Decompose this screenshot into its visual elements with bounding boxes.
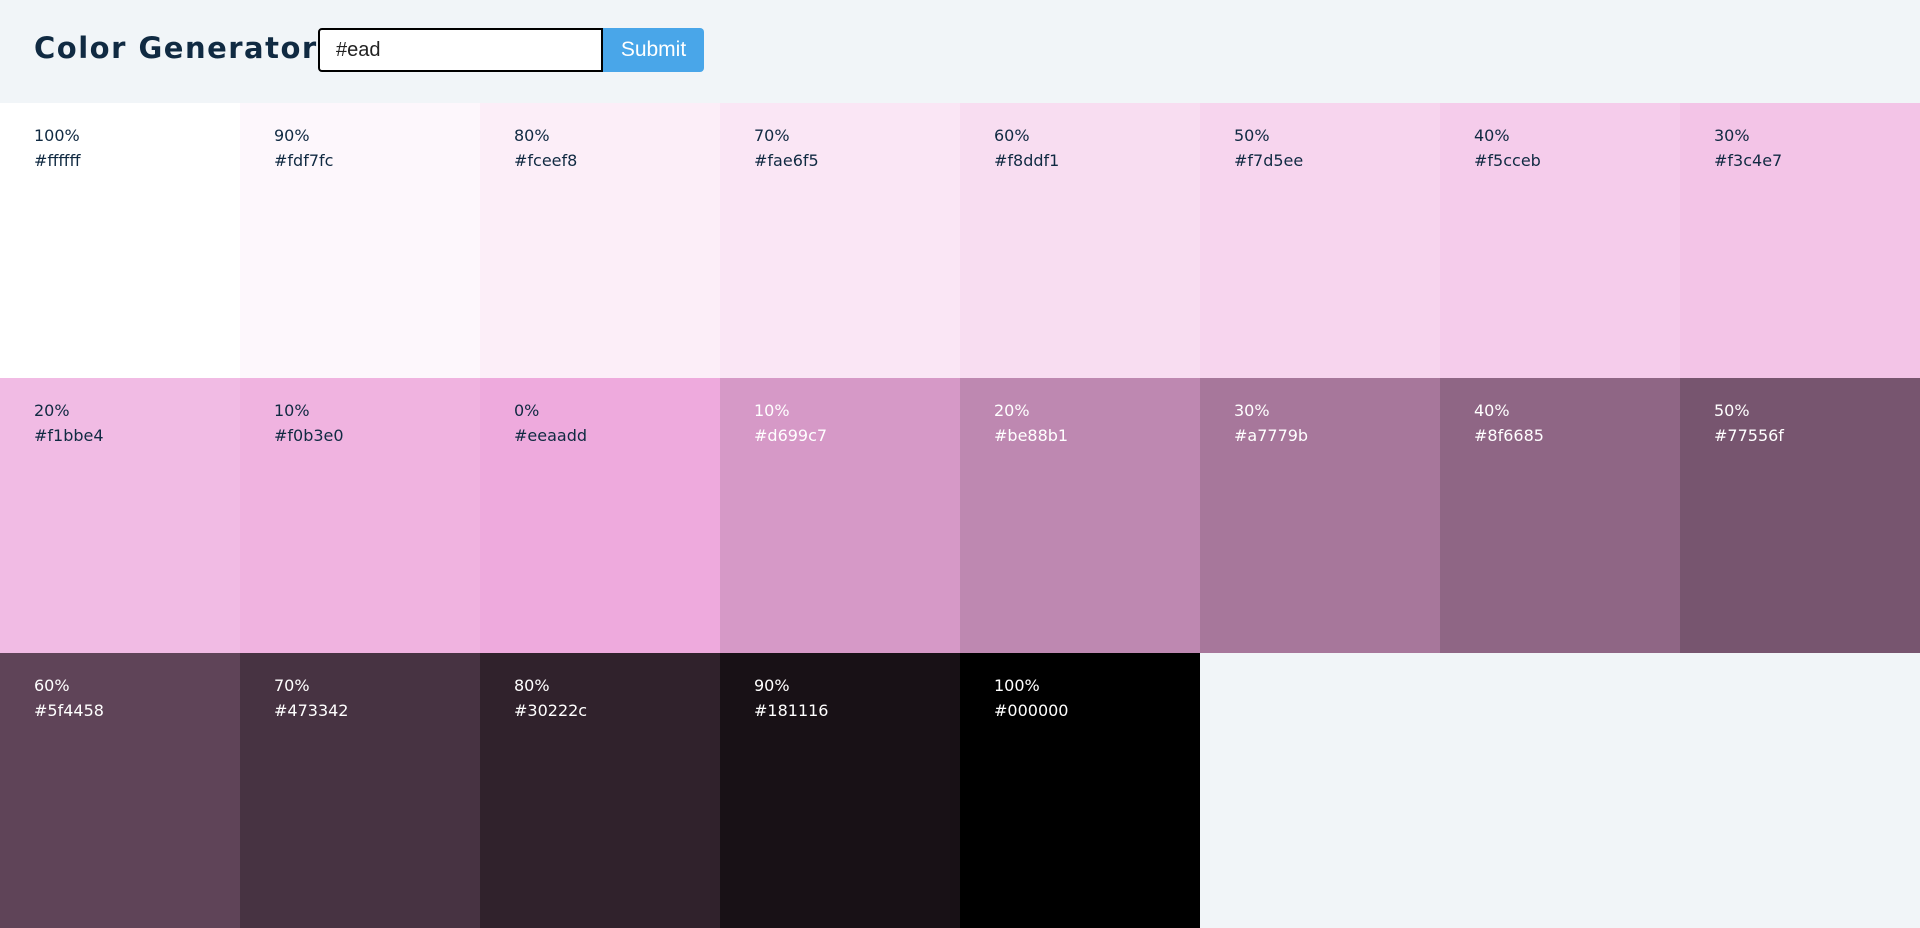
swatch-percent: 30% (1714, 126, 1750, 145)
color-swatch-grid: 100% #ffffff 90% #fdf7fc 80% #fceef8 70% #fae6f… (0, 103, 1920, 928)
color-swatch[interactable]: 80% #fceef8 (480, 103, 720, 378)
color-swatch[interactable]: 10% #d699c7 (720, 378, 960, 653)
swatch-hex: #d699c7 (754, 426, 828, 445)
swatch-percent: 40% (1474, 401, 1510, 420)
swatch-percent: 20% (34, 401, 70, 420)
swatch-percent: 70% (274, 676, 310, 695)
swatch-percent: 30% (1234, 401, 1270, 420)
swatch-percent: 80% (514, 126, 550, 145)
swatch-percent: 100% (994, 676, 1040, 695)
color-swatch[interactable]: 70% #fae6f5 (720, 103, 960, 378)
color-swatch[interactable]: 80% #30222c (480, 653, 720, 928)
color-input[interactable] (318, 28, 603, 72)
swatch-hex: #fdf7fc (274, 151, 334, 170)
swatch-hex: #a7779b (1234, 426, 1309, 445)
color-swatch[interactable]: 100% #ffffff (0, 103, 240, 378)
color-swatch[interactable]: 0% #eeaadd (480, 378, 720, 653)
swatch-percent: 0% (514, 401, 540, 420)
swatch-percent: 10% (274, 401, 310, 420)
swatch-hex: #77556f (1714, 426, 1784, 445)
color-swatch[interactable]: 60% #5f4458 (0, 653, 240, 928)
color-swatch[interactable]: 20% #f1bbe4 (0, 378, 240, 653)
color-swatch[interactable]: 40% #f5cceb (1440, 103, 1680, 378)
swatch-hex: #000000 (994, 701, 1069, 720)
swatch-percent: 90% (754, 676, 790, 695)
swatch-hex: #f8ddf1 (994, 151, 1060, 170)
color-form: Submit (318, 28, 704, 72)
swatch-percent: 40% (1474, 126, 1510, 145)
swatch-percent: 80% (514, 676, 550, 695)
header: Color Generator Submit (0, 0, 1920, 103)
color-swatch[interactable]: 30% #a7779b (1200, 378, 1440, 653)
swatch-hex: #fae6f5 (754, 151, 819, 170)
swatch-hex: #be88b1 (994, 426, 1069, 445)
swatch-hex: #ffffff (34, 151, 81, 170)
color-swatch[interactable]: 90% #fdf7fc (240, 103, 480, 378)
color-swatch[interactable]: 50% #77556f (1680, 378, 1920, 653)
color-swatch[interactable]: 30% #f3c4e7 (1680, 103, 1920, 378)
swatch-hex: #eeaadd (514, 426, 588, 445)
swatch-hex: #181116 (754, 701, 829, 720)
swatch-hex: #f5cceb (1474, 151, 1541, 170)
swatch-hex: #f7d5ee (1234, 151, 1304, 170)
swatch-percent: 50% (1234, 126, 1270, 145)
color-swatch[interactable]: 70% #473342 (240, 653, 480, 928)
color-swatch[interactable]: 40% #8f6685 (1440, 378, 1680, 653)
swatch-percent: 60% (994, 126, 1030, 145)
swatch-hex: #473342 (274, 701, 349, 720)
color-swatch[interactable]: 100% #000000 (960, 653, 1200, 928)
swatch-hex: #f3c4e7 (1714, 151, 1783, 170)
swatch-hex: #f1bbe4 (34, 426, 104, 445)
swatch-percent: 100% (34, 126, 80, 145)
swatch-percent: 60% (34, 676, 70, 695)
swatch-hex: #30222c (514, 701, 588, 720)
swatch-hex: #5f4458 (34, 701, 104, 720)
swatch-percent: 20% (994, 401, 1030, 420)
page-title: Color Generator (34, 31, 318, 65)
color-swatch[interactable]: 60% #f8ddf1 (960, 103, 1200, 378)
swatch-percent: 90% (274, 126, 310, 145)
submit-button[interactable]: Submit (603, 28, 704, 72)
color-swatch[interactable]: 10% #f0b3e0 (240, 378, 480, 653)
swatch-percent: 70% (754, 126, 790, 145)
swatch-percent: 10% (754, 401, 790, 420)
swatch-percent: 50% (1714, 401, 1750, 420)
swatch-hex: #8f6685 (1474, 426, 1544, 445)
swatch-hex: #fceef8 (514, 151, 578, 170)
color-swatch[interactable]: 90% #181116 (720, 653, 960, 928)
color-swatch[interactable]: 50% #f7d5ee (1200, 103, 1440, 378)
swatch-hex: #f0b3e0 (274, 426, 344, 445)
color-swatch[interactable]: 20% #be88b1 (960, 378, 1200, 653)
